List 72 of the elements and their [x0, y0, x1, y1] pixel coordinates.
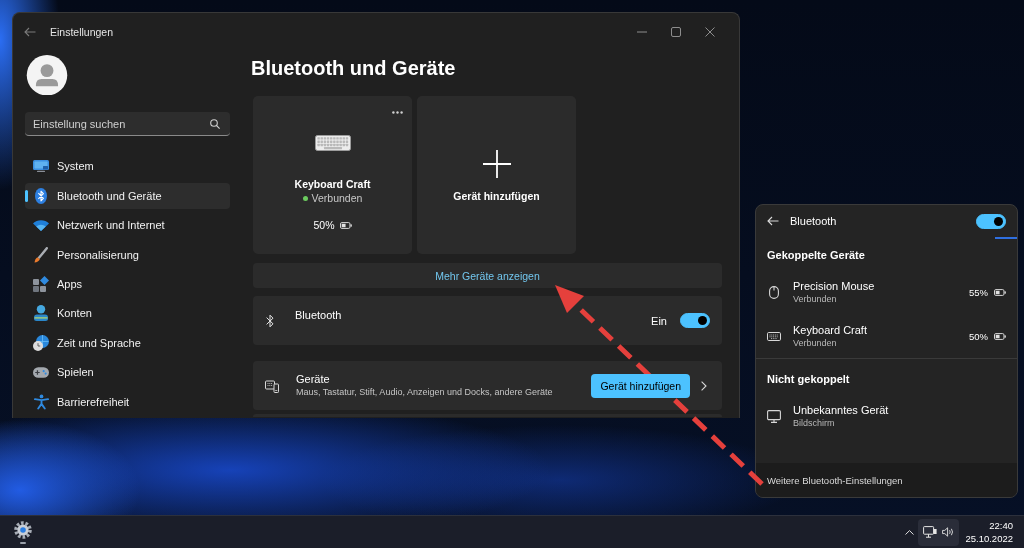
setting-label: Bluetooth: [295, 308, 342, 322]
sidebar-item[interactable]: Apps: [25, 271, 230, 298]
page-title: Bluetooth und Geräte: [251, 56, 456, 81]
device-status: Verbunden: [793, 336, 837, 349]
show-more-button[interactable]: Mehr Geräte anzeigen: [253, 263, 722, 288]
section-heading: Nicht gekoppelt: [767, 372, 850, 386]
battery-icon: [994, 288, 1006, 296]
chevron-right-icon[interactable]: [701, 380, 707, 391]
sidebar-item[interactable]: Barrierefreiheit: [25, 388, 230, 415]
mouse-icon: [769, 285, 779, 299]
speaker-icon: [942, 527, 955, 537]
add-device-button[interactable]: Gerät hinzufügen: [591, 373, 690, 398]
toggle-switch[interactable]: [680, 313, 710, 328]
maximize-icon[interactable]: [671, 27, 681, 37]
monitor-icon: [33, 160, 49, 173]
plus-icon: [482, 150, 511, 178]
device-name: Keyboard Craft: [793, 323, 867, 337]
ellipsis-icon[interactable]: [392, 111, 403, 114]
battery-icon: [339, 221, 352, 229]
taskbar-date: 25.10.2022: [965, 532, 1013, 545]
bluetooth-icon: [35, 187, 47, 204]
globe-clock-icon: [33, 334, 49, 351]
battery-percent: 50%: [969, 330, 988, 342]
device-status: Bildschirm: [793, 416, 835, 429]
monitor-icon: [767, 409, 781, 423]
flyout-title: Bluetooth: [790, 215, 837, 227]
add-device-card[interactable]: Gerät hinzufügen: [417, 96, 576, 254]
sidebar-item[interactable]: Konten: [25, 300, 230, 327]
battery-icon: [994, 332, 1006, 340]
search-field[interactable]: Einstellung suchen: [25, 112, 230, 137]
close-icon[interactable]: [705, 27, 715, 37]
user-icon: [34, 305, 48, 322]
keyboard-phone-icon: [265, 378, 279, 393]
device-name: Unbekanntes Gerät: [793, 403, 889, 417]
system-tray-button[interactable]: [918, 518, 960, 546]
device-card[interactable]: Keyboard Craft Verbunden 50%: [253, 96, 412, 254]
device-name: Keyboard Craft: [294, 177, 371, 191]
battery-percent: 50%: [313, 218, 335, 232]
keyboard-icon: [767, 331, 781, 341]
sidebar-item[interactable]: Zeit und Sprache: [25, 329, 230, 356]
setting-label: Geräte: [296, 372, 330, 386]
running-indicator-icon: [20, 542, 26, 544]
settings-link[interactable]: Weitere Bluetooth-Einstellungen: [767, 474, 903, 486]
device-status: Verbunden: [793, 292, 837, 305]
wifi-icon: [33, 219, 49, 231]
device-status: Verbunden: [311, 191, 363, 205]
avatar-icon[interactable]: [25, 55, 69, 96]
window-title: Einstellungen: [50, 26, 114, 38]
search-icon: [210, 119, 220, 130]
paintbrush-icon: [34, 246, 48, 263]
toggle-state-label: Ein: [651, 314, 667, 327]
device-name: Precision Mouse: [793, 279, 875, 293]
sidebar-item[interactable]: Personalisierung: [25, 241, 230, 268]
apps-grid-icon: [33, 276, 49, 293]
accessibility-icon: [33, 393, 49, 410]
battery-percent: 55%: [969, 286, 988, 298]
chevron-up-icon[interactable]: [905, 529, 915, 535]
settings-card[interactable]: Geräte Maus, Tastatur, Stift, Audio, Anzeigen und Docks, andere Geräte Gerät hinzufügen: [253, 361, 722, 410]
sidebar-item[interactable]: System: [25, 153, 230, 180]
monitor-icon: [923, 526, 938, 538]
setting-description: Maus, Tastatur, Stift, Audio, Anzeigen und Docks, andere Geräte: [296, 385, 553, 399]
keyboard-icon: [314, 135, 351, 151]
selection-indicator-icon: [25, 189, 28, 202]
sidebar-item[interactable]: Spielen: [25, 359, 230, 386]
section-heading: Gekoppelte Geräte: [767, 248, 865, 262]
taskbar-time: 22:40: [989, 519, 1013, 532]
gamepad-icon: [33, 366, 49, 378]
sidebar-item[interactable]: Bluetooth und Geräte: [25, 182, 230, 209]
bluetooth-icon: [266, 313, 274, 328]
toggle-switch[interactable]: [976, 213, 1006, 229]
sidebar-item[interactable]: Netzwerk und Internet: [25, 212, 230, 239]
settings-icon[interactable]: [14, 521, 32, 539]
